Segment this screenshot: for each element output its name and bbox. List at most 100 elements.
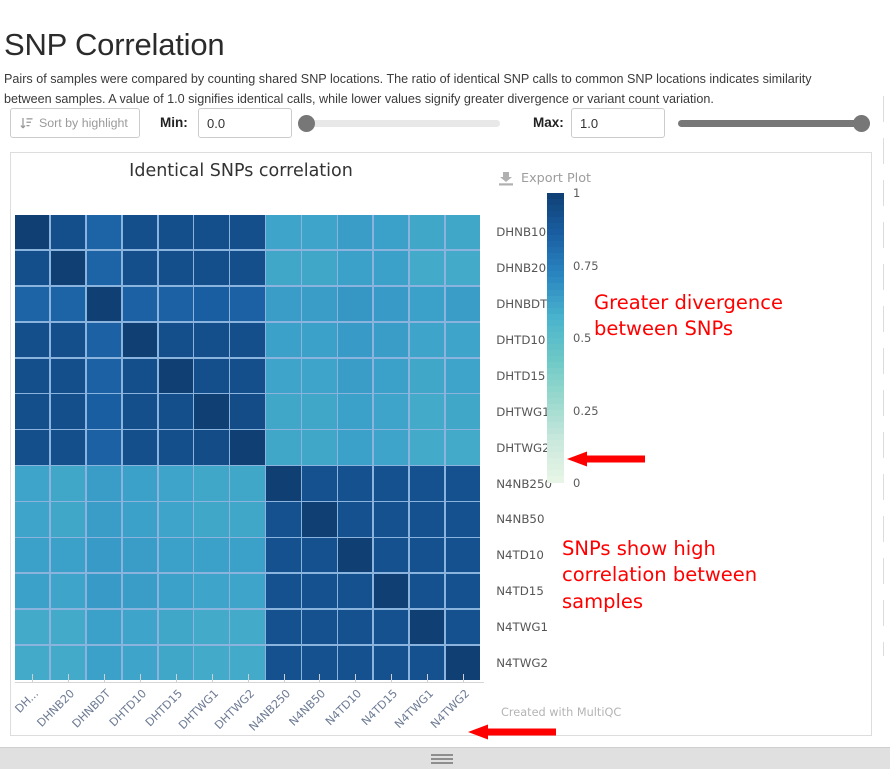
heatmap-cell[interactable]	[373, 215, 409, 250]
heatmap-cell[interactable]	[122, 286, 158, 322]
heatmap-cell[interactable]	[194, 322, 229, 358]
heatmap-cell[interactable]	[86, 358, 122, 393]
heatmap-cell[interactable]	[409, 250, 445, 286]
min-value-input[interactable]	[198, 108, 292, 138]
heatmap-cell[interactable]	[338, 215, 373, 250]
heatmap-cell[interactable]	[302, 502, 337, 537]
heatmap-cell[interactable]	[15, 502, 50, 537]
heatmap-cell[interactable]	[338, 394, 373, 429]
heatmap-cell[interactable]	[50, 215, 86, 250]
heatmap-cell[interactable]	[122, 573, 158, 609]
heatmap-cell[interactable]	[266, 609, 301, 645]
heatmap-cell[interactable]	[50, 609, 86, 645]
max-slider-knob[interactable]	[853, 115, 870, 132]
heatmap-cell[interactable]	[230, 502, 265, 537]
heatmap-cell[interactable]	[338, 466, 373, 501]
heatmap-cell[interactable]	[373, 609, 409, 645]
heatmap-cell[interactable]	[230, 573, 265, 609]
heatmap-cell[interactable]	[230, 430, 265, 465]
heatmap-cell[interactable]	[15, 430, 50, 465]
heatmap-cell[interactable]	[266, 250, 301, 286]
heatmap-cell[interactable]	[338, 430, 373, 465]
min-slider-track[interactable]	[298, 120, 500, 127]
heatmap-cell[interactable]	[15, 250, 50, 286]
heatmap-cell[interactable]	[158, 286, 193, 322]
heatmap-cell[interactable]	[302, 250, 337, 286]
heatmap-cell[interactable]	[302, 573, 337, 609]
heatmap-cell[interactable]	[158, 609, 193, 645]
heatmap-cell[interactable]	[409, 466, 445, 501]
export-plot-button[interactable]: Export Plot	[498, 171, 591, 186]
heatmap-cell[interactable]	[302, 538, 337, 573]
heatmap-cell[interactable]	[86, 215, 122, 250]
heatmap-cell[interactable]	[194, 609, 229, 645]
max-slider[interactable]	[678, 115, 870, 132]
heatmap-cell[interactable]	[194, 538, 229, 573]
heatmap-cell[interactable]	[230, 215, 265, 250]
heatmap-cell[interactable]	[122, 394, 158, 429]
heatmap-cell[interactable]	[86, 609, 122, 645]
heatmap-cell[interactable]	[194, 286, 229, 322]
heatmap-cell[interactable]	[266, 286, 301, 322]
heatmap-cell[interactable]	[409, 215, 445, 250]
heatmap-cell[interactable]	[409, 430, 445, 465]
heatmap-cell[interactable]	[194, 430, 229, 465]
heatmap-cell[interactable]	[122, 502, 158, 537]
heatmap-cell[interactable]	[266, 466, 301, 501]
heatmap-cell[interactable]	[86, 466, 122, 501]
heatmap-cell[interactable]	[50, 394, 86, 429]
heatmap-cell[interactable]	[409, 322, 445, 358]
heatmap-cell[interactable]	[445, 573, 481, 609]
heatmap-cell[interactable]	[86, 286, 122, 322]
heatmap-cell[interactable]	[409, 609, 445, 645]
heatmap-cell[interactable]	[122, 430, 158, 465]
heatmap-cell[interactable]	[409, 358, 445, 393]
heatmap-cell[interactable]	[158, 538, 193, 573]
heatmap-cell[interactable]	[302, 394, 337, 429]
heatmap-cell[interactable]	[122, 250, 158, 286]
heatmap-cell[interactable]	[266, 573, 301, 609]
heatmap-cell[interactable]	[338, 538, 373, 573]
sort-by-highlight-button[interactable]: Sort by highlight	[10, 108, 140, 138]
heatmap-cell[interactable]	[373, 286, 409, 322]
heatmap-cell[interactable]	[373, 466, 409, 501]
heatmap-cell[interactable]	[50, 466, 86, 501]
heatmap-cell[interactable]	[445, 502, 481, 537]
heatmap-cell[interactable]	[122, 609, 158, 645]
heatmap-cell[interactable]	[409, 502, 445, 537]
heatmap-cell[interactable]	[122, 358, 158, 393]
heatmap-cell[interactable]	[158, 502, 193, 537]
heatmap-cell[interactable]	[445, 609, 481, 645]
heatmap-cell[interactable]	[86, 430, 122, 465]
heatmap-cell[interactable]	[230, 250, 265, 286]
heatmap-cell[interactable]	[50, 430, 86, 465]
heatmap-cell[interactable]	[230, 466, 265, 501]
heatmap-cell[interactable]	[373, 322, 409, 358]
heatmap-cell[interactable]	[15, 573, 50, 609]
heatmap-cell[interactable]	[158, 430, 193, 465]
heatmap-cell[interactable]	[230, 609, 265, 645]
heatmap-cell[interactable]	[302, 358, 337, 393]
heatmap-cell[interactable]	[50, 286, 86, 322]
heatmap-cell[interactable]	[302, 286, 337, 322]
heatmap-cell[interactable]	[409, 538, 445, 573]
heatmap-cell[interactable]	[50, 358, 86, 393]
heatmap-cell[interactable]	[302, 466, 337, 501]
heatmap-cell[interactable]	[266, 502, 301, 537]
heatmap-cell[interactable]	[122, 215, 158, 250]
heatmap-cell[interactable]	[266, 322, 301, 358]
heatmap-cell[interactable]	[15, 286, 50, 322]
heatmap-cell[interactable]	[15, 466, 50, 501]
heatmap-cell[interactable]	[194, 250, 229, 286]
heatmap-cell[interactable]	[409, 286, 445, 322]
heatmap-cell[interactable]	[15, 358, 50, 393]
heatmap-cell[interactable]	[445, 250, 481, 286]
heatmap-cell[interactable]	[409, 394, 445, 429]
max-slider-track[interactable]	[678, 120, 870, 127]
min-slider-knob[interactable]	[298, 115, 315, 132]
heatmap-cell[interactable]	[373, 573, 409, 609]
heatmap-cell[interactable]	[338, 502, 373, 537]
heatmap-grid[interactable]	[15, 215, 481, 681]
heatmap-cell[interactable]	[15, 322, 50, 358]
heatmap-cell[interactable]	[302, 609, 337, 645]
